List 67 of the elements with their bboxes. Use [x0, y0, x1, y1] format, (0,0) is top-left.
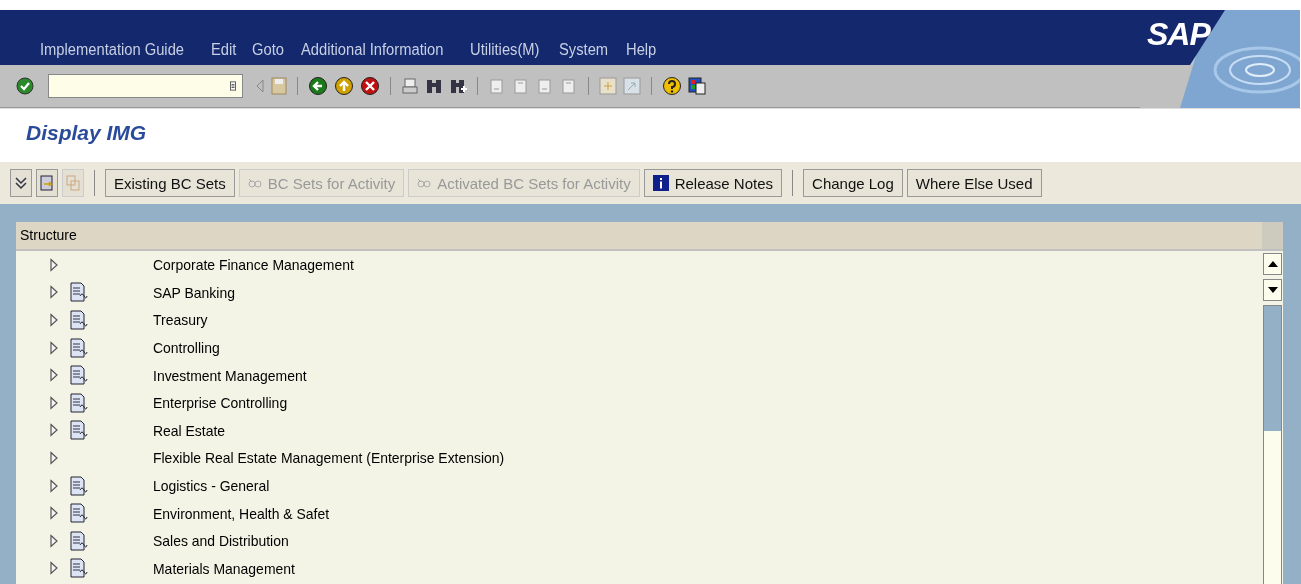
tree-item[interactable]: Investment Management — [153, 366, 307, 384]
tree-item[interactable]: Materials Management — [153, 559, 295, 577]
header-corner — [1262, 222, 1283, 249]
expand-icon[interactable] — [49, 561, 59, 576]
document-icon[interactable] — [70, 365, 88, 386]
expand-icon[interactable] — [49, 423, 59, 438]
print-icon[interactable] — [401, 77, 419, 95]
help-icon[interactable] — [662, 76, 682, 96]
expand-icon[interactable] — [49, 285, 59, 300]
tree-item[interactable]: Enterprise Controlling — [153, 394, 288, 412]
document-icon[interactable] — [70, 530, 88, 551]
document-icon[interactable] — [70, 282, 88, 303]
scrollbar[interactable] — [1262, 251, 1283, 584]
glasses-icon — [417, 177, 432, 189]
expand-icon[interactable] — [49, 395, 59, 410]
menu-item[interactable]: System — [559, 41, 609, 59]
logo: SAP — [1147, 16, 1210, 53]
tree-item[interactable]: Flexible Real Estate Management (Enterprise Extension) — [153, 449, 505, 467]
scroll-down-icon[interactable] — [1267, 287, 1278, 293]
layout-icon[interactable] — [688, 77, 706, 95]
glasses-icon — [247, 177, 262, 189]
expand-icon[interactable] — [49, 313, 59, 327]
document-icon[interactable] — [70, 420, 88, 441]
expand-icon[interactable] — [49, 533, 59, 548]
column-header: Structure — [19, 226, 78, 245]
screen-title: Display IMG — [26, 120, 147, 145]
info-icon — [652, 175, 669, 191]
document-icon[interactable] — [70, 337, 88, 358]
command-field[interactable] — [48, 74, 243, 98]
menu-item[interactable]: Goto — [252, 41, 284, 59]
tree-item[interactable]: Corporate Finance Management — [153, 256, 354, 274]
expand-icon[interactable] — [49, 506, 59, 521]
scroll-up-icon[interactable] — [1267, 261, 1278, 267]
menu-item[interactable]: Help — [626, 41, 657, 59]
back-icon[interactable] — [308, 76, 328, 96]
expand-icon[interactable] — [49, 478, 59, 493]
toolbar-button[interactable]: Existing BC Sets — [105, 169, 235, 197]
document-icon[interactable] — [70, 310, 88, 330]
menu-item[interactable]: Utilities(M) — [469, 41, 540, 59]
expand-icon[interactable] — [49, 450, 59, 465]
document-icon[interactable] — [70, 558, 88, 579]
up-icon[interactable] — [334, 76, 354, 96]
document-icon[interactable] — [70, 503, 88, 524]
toolbar-button[interactable]: Where Else Used — [906, 169, 1042, 197]
tree-item[interactable]: Sales and Distribution — [153, 532, 289, 550]
tree-item[interactable]: Treasury — [153, 311, 208, 329]
double-chevron-icon — [14, 176, 28, 190]
menu-item[interactable]: Implementation Guide — [40, 41, 184, 59]
menu-item[interactable]: Edit — [210, 41, 236, 59]
tree-item[interactable]: Controlling — [153, 339, 220, 357]
icon-button[interactable] — [10, 169, 32, 197]
toolbar-button[interactable]: Release Notes — [643, 169, 783, 197]
expand-icon[interactable] — [49, 340, 59, 355]
copy-icon — [66, 175, 80, 191]
expand-icon[interactable] — [49, 368, 59, 383]
tree-item[interactable]: Logistics - General — [153, 477, 270, 495]
expand-icon[interactable] — [49, 257, 59, 272]
cancel-icon[interactable] — [360, 76, 380, 96]
enter-icon[interactable] — [16, 77, 34, 95]
list-icon[interactable] — [230, 80, 236, 92]
document-icon[interactable] — [70, 392, 88, 413]
tree-item[interactable]: Real Estate — [153, 421, 226, 439]
menu-item[interactable]: Additional Information — [300, 41, 444, 59]
document-icon[interactable] — [70, 475, 88, 496]
toolbar-button[interactable]: Change Log — [803, 169, 903, 197]
tree-item[interactable]: Environment, Health & Safet — [153, 504, 329, 522]
tree-item[interactable]: SAP Banking — [153, 283, 235, 301]
